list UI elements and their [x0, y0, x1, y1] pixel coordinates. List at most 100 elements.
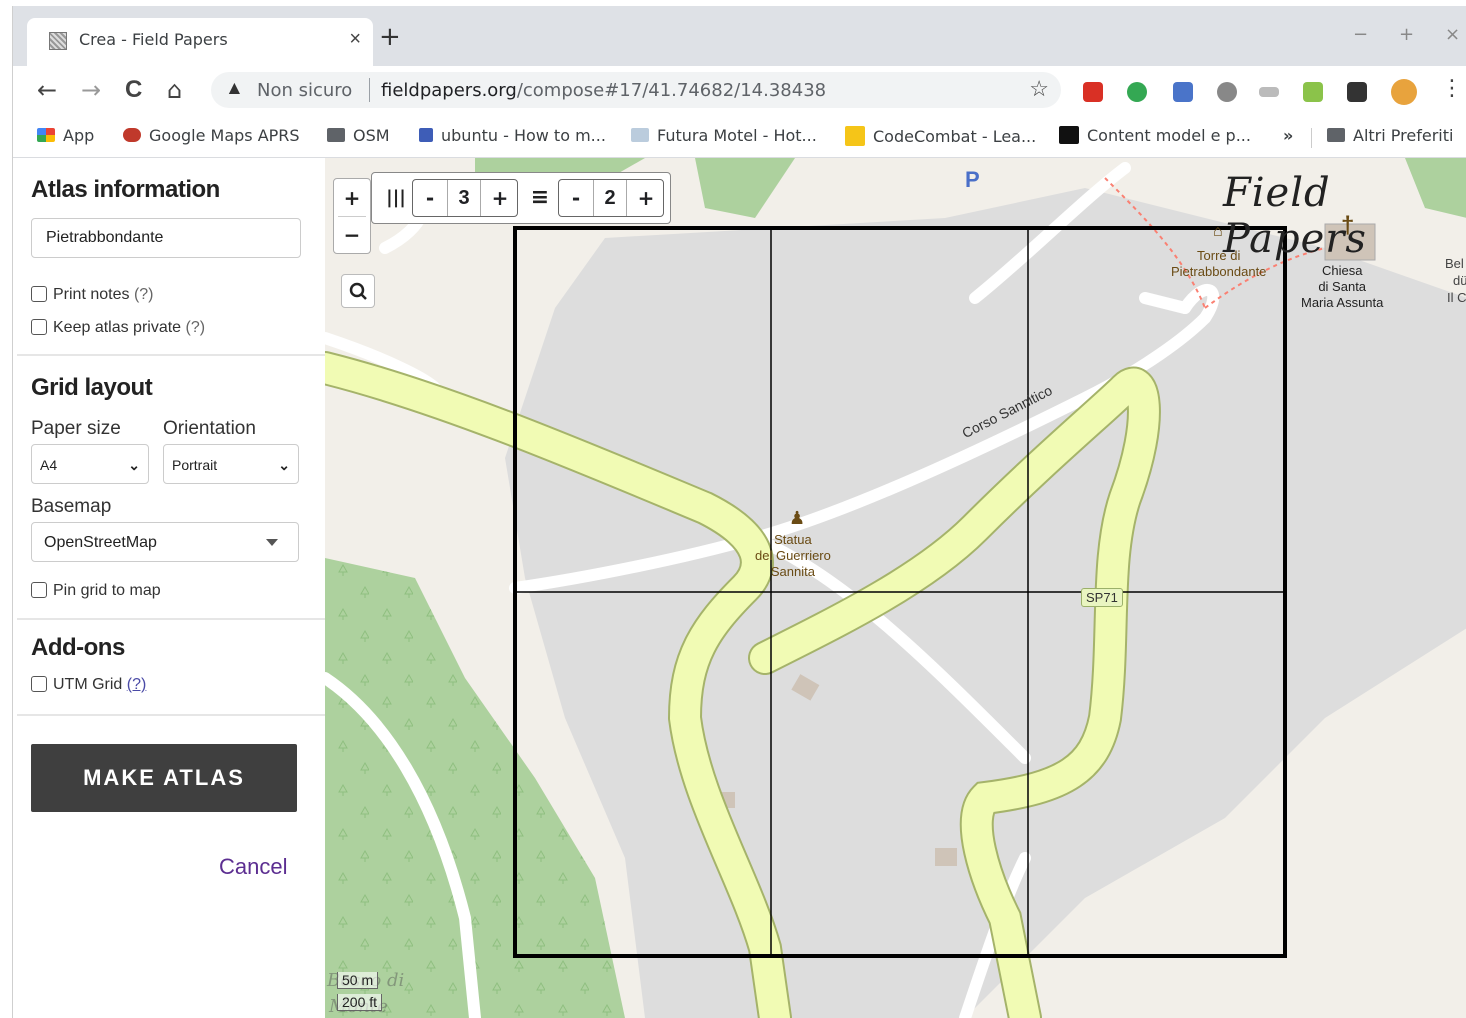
extension-disk-icon[interactable]	[1259, 87, 1279, 97]
checkbox-box[interactable]	[31, 286, 47, 302]
utm-grid-checkbox[interactable]: UTM Grid (?)	[31, 676, 146, 694]
route-shield-sp71: SP71	[1081, 588, 1123, 607]
church-label: Chiesa di Santa Maria Assunta	[1301, 263, 1384, 310]
maximize-button[interactable]: +	[1399, 24, 1414, 45]
back-button[interactable]: ←	[37, 76, 57, 104]
statue-icon: ♟	[789, 508, 806, 528]
compose-sidebar: Atlas information Print notes (?) Keep a…	[17, 158, 325, 1018]
close-window-button[interactable]: ×	[1445, 24, 1460, 45]
bookmark-ubuntu[interactable]: ubuntu - How to m...	[419, 126, 606, 145]
columns-stepper[interactable]: - 3 +	[412, 179, 518, 217]
columns-decrease-button[interactable]: -	[413, 180, 447, 216]
pin-grid-checkbox[interactable]: Pin grid to map	[31, 582, 161, 600]
rows-decrease-button[interactable]: -	[559, 180, 593, 216]
map-canvas[interactable]: P Field Papers Torre di Pietrabbondante …	[325, 158, 1466, 1018]
chevron-down-icon: ⌄	[278, 457, 290, 473]
reload-button[interactable]: C	[125, 76, 142, 104]
motel-site-icon	[631, 128, 649, 142]
keep-private-checkbox[interactable]: Keep atlas private (?)	[31, 319, 205, 337]
bookmark-star-icon[interactable]: ☆	[1029, 76, 1049, 102]
zoom-control: + −	[333, 178, 371, 254]
scale-metric: 50 m	[337, 972, 379, 989]
rows-value: 2	[593, 180, 627, 216]
rows-stepper[interactable]: - 2 +	[558, 179, 664, 217]
tab-strip: Crea - Field Papers × + − + ×	[13, 6, 1466, 66]
apps-grid-icon	[37, 128, 55, 142]
columns-increase-button[interactable]: +	[483, 180, 517, 216]
checkbox-box[interactable]	[31, 319, 47, 335]
forest-area-top-right	[695, 158, 795, 218]
ubuntu-site-icon	[419, 128, 433, 142]
folder-icon	[1327, 128, 1345, 142]
bookmark-codecombat[interactable]: CodeCombat - Lea...	[845, 126, 1036, 146]
bookmarks-overflow-button[interactable]: »	[1283, 126, 1293, 145]
profile-avatar-icon[interactable]	[1391, 79, 1417, 105]
dropdown-triangle-icon	[266, 539, 278, 546]
bookmark-google-maps-aprs[interactable]: Google Maps APRS	[123, 126, 300, 145]
tab-title: Crea - Field Papers	[79, 30, 228, 49]
browser-tab[interactable]: Crea - Field Papers ×	[27, 18, 373, 66]
extension-sheet-icon[interactable]	[1303, 82, 1323, 102]
edge-label: Il C	[1447, 290, 1466, 305]
print-notes-checkbox[interactable]: Print notes (?)	[31, 286, 154, 304]
paper-size-select[interactable]: A4 ⌄	[31, 444, 149, 484]
warning-icon[interactable]: ▲	[225, 78, 244, 100]
extension-blue-icon[interactable]	[1173, 82, 1193, 102]
menu-kebab-icon[interactable]: ⋮	[1441, 76, 1463, 101]
bookmark-content-model[interactable]: Content model e p...	[1059, 126, 1251, 145]
bookmark-futura-motel[interactable]: Futura Motel - Hot...	[631, 126, 817, 145]
orientation-label: Orientation	[163, 418, 256, 439]
address-bar[interactable]: ▲ Non sicuro fieldpapers.org/compose#17/…	[211, 72, 1061, 108]
new-tab-button[interactable]: +	[379, 22, 401, 52]
atlas-information-heading: Atlas information	[31, 176, 220, 203]
atlas-information-section: Atlas information Print notes (?) Keep a…	[17, 158, 325, 356]
other-bookmarks[interactable]: Altri Preferiti	[1327, 126, 1453, 145]
grid-controls-panel: ||| - 3 + ≡ - 2 +	[371, 172, 671, 224]
page-content: Atlas information Print notes (?) Keep a…	[13, 158, 1466, 1018]
omnibox-divider	[369, 78, 370, 102]
security-status[interactable]: Non sicuro	[257, 80, 352, 101]
tower-icon: ⌂	[1213, 223, 1223, 240]
make-atlas-button[interactable]: MAKE ATLAS	[31, 744, 297, 812]
building	[935, 848, 957, 866]
grid-layout-heading: Grid layout	[31, 374, 153, 401]
cancel-link[interactable]: Cancel	[219, 854, 287, 880]
gmail-extension-icon[interactable]	[1083, 82, 1103, 102]
forward-button[interactable]: →	[81, 76, 101, 104]
bookmark-osm[interactable]: OSM	[327, 126, 390, 145]
bookmark-apps[interactable]: App	[37, 126, 94, 145]
map-search-button[interactable]	[341, 274, 375, 308]
checkbox-box[interactable]	[31, 582, 47, 598]
checkbox-box[interactable]	[31, 676, 47, 692]
rows-increase-button[interactable]: +	[629, 180, 663, 216]
extension-green-icon[interactable]	[1127, 82, 1147, 102]
orientation-select[interactable]: Portrait ⌄	[163, 444, 299, 484]
bookmarks-divider	[1311, 128, 1312, 148]
page-favicon-icon	[49, 32, 67, 50]
bookmarks-bar: App Google Maps APRS OSM ubuntu - How to…	[13, 116, 1466, 158]
html-site-icon	[1059, 126, 1079, 144]
print-notes-help-link[interactable]: (?)	[134, 286, 154, 303]
zoom-out-button[interactable]: −	[334, 217, 370, 253]
addons-section: Add-ons UTM Grid (?)	[17, 620, 325, 716]
atlas-title-input[interactable]	[31, 218, 301, 258]
codecombat-icon	[845, 126, 865, 146]
columns-value: 3	[447, 180, 481, 216]
search-icon	[349, 282, 367, 300]
zoom-in-button[interactable]: +	[334, 180, 370, 216]
map-basemap	[325, 158, 1466, 1018]
extensions-puzzle-icon[interactable]	[1347, 82, 1367, 102]
tab-close-icon[interactable]: ×	[349, 28, 361, 51]
browser-toolbar: ← → C ⌂ ▲ Non sicuro fieldpapers.org/com…	[13, 66, 1466, 116]
basemap-select[interactable]: OpenStreetMap	[31, 522, 299, 562]
browser-window: Crea - Field Papers × + − + × ← → C ⌂ ▲ …	[12, 6, 1466, 1018]
url-text[interactable]: fieldpapers.org/compose#17/41.74682/14.3…	[381, 80, 826, 101]
home-button[interactable]: ⌂	[167, 76, 182, 104]
chevron-down-icon: ⌄	[128, 457, 140, 473]
statue-label: Statua del Guerriero Sannita	[755, 532, 831, 579]
minimize-button[interactable]: −	[1353, 24, 1368, 45]
utm-grid-help-link[interactable]: (?)	[127, 676, 147, 693]
parking-label: P	[965, 167, 980, 192]
extension-gray-icon[interactable]	[1217, 82, 1237, 102]
keep-private-help-link[interactable]: (?)	[186, 319, 206, 336]
